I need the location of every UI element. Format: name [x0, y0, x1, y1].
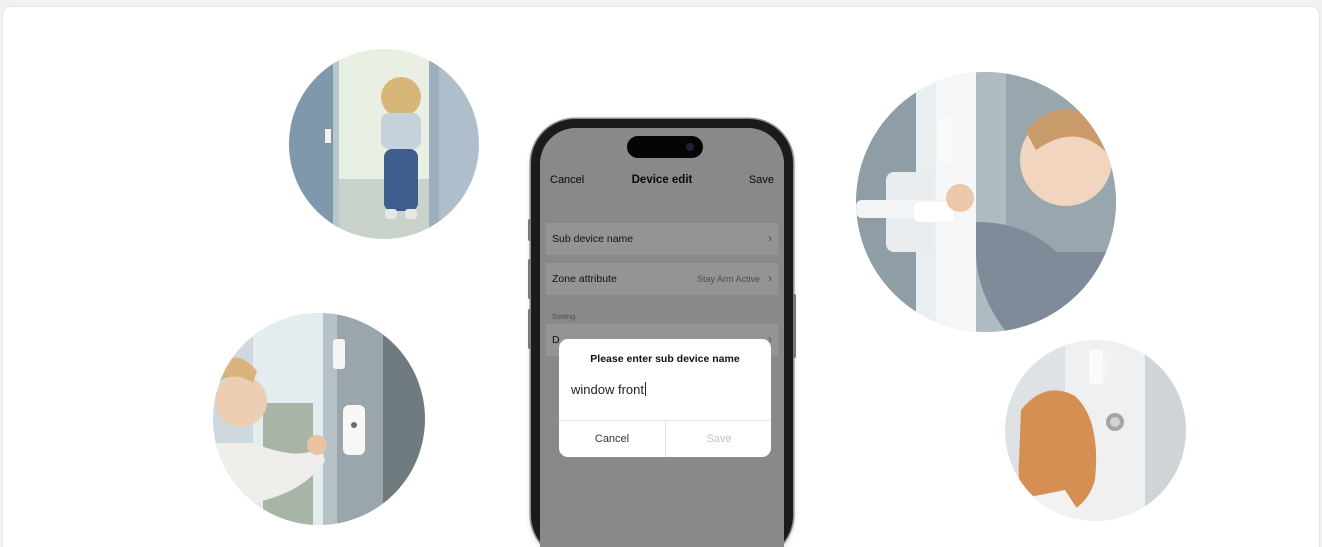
phone-screen: Cancel Device edit Save Sub device name … [540, 128, 784, 547]
phone-volume-up-button [528, 259, 531, 299]
photo-child-at-door-handle [1005, 340, 1186, 521]
modal-overlay [540, 128, 784, 547]
phone-volume-down-button [528, 309, 531, 349]
camera-icon [686, 143, 694, 151]
text-caret [644, 382, 646, 396]
dialog-cancel-button[interactable]: Cancel [559, 421, 665, 457]
photo-child-at-window [213, 313, 425, 525]
dialog-save-button[interactable]: Save [666, 421, 772, 457]
rename-dialog: Please enter sub device name window fron… [559, 339, 771, 457]
dynamic-island [627, 136, 703, 158]
sub-device-name-input[interactable]: window front [571, 382, 646, 397]
dialog-title: Please enter sub device name [590, 353, 740, 365]
page-frame: Cancel Device edit Save Sub device name … [3, 7, 1319, 547]
phone-power-button [793, 294, 796, 358]
input-value: window front [571, 382, 644, 397]
photo-child-with-window-lock [856, 72, 1116, 332]
phone-action-button [528, 219, 531, 241]
photo-child-at-door [289, 49, 479, 239]
phone-mockup: Cancel Device edit Save Sub device name … [528, 119, 796, 547]
